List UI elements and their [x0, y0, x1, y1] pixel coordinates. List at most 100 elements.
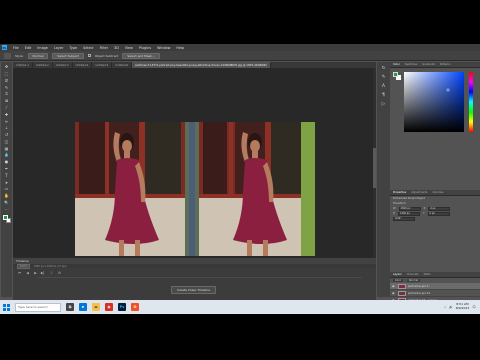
hue-slider[interactable]	[469, 72, 473, 132]
next-frame-icon[interactable]: ▶▏	[41, 270, 46, 275]
foreground-background-swatch[interactable]	[2, 215, 11, 224]
menu-filter[interactable]: Filter	[100, 46, 108, 50]
chrome-browser-icon[interactable]: ◉	[105, 303, 113, 311]
eyedropper-tool-icon[interactable]: ⁄	[4, 105, 10, 111]
audio-icon[interactable]: ♪	[49, 270, 54, 275]
menu-image[interactable]: Image	[37, 46, 48, 50]
angle-field[interactable]: 0.00°	[393, 216, 415, 221]
width-field[interactable]: 2560 px	[398, 206, 421, 211]
office-app-icon[interactable]: O	[131, 303, 139, 311]
create-video-timeline-button[interactable]: Create Video Timeline	[171, 286, 217, 294]
y-field[interactable]: 0 px	[427, 211, 450, 216]
frame-tool-icon[interactable]: ⊠	[4, 98, 10, 104]
object-subtract-checkbox[interactable]	[87, 54, 91, 57]
gradient-tool-icon[interactable]: ▦	[4, 145, 10, 151]
paragraph-panel-icon[interactable]: ¶	[381, 92, 387, 98]
tab-layers[interactable]: Layers	[393, 273, 402, 276]
menu-plugins[interactable]: Plugins	[139, 46, 151, 50]
tab-patterns[interactable]: Patterns	[440, 63, 451, 66]
tab-color[interactable]: Color	[393, 63, 400, 66]
visibility-eye-icon[interactable]: ◉	[392, 291, 396, 295]
healing-brush-tool-icon[interactable]: ✚	[4, 111, 10, 117]
x-field[interactable]: 0 px	[428, 206, 451, 211]
color-panel-swatches[interactable]	[393, 72, 401, 80]
prev-frame-icon[interactable]: ◀	[25, 270, 30, 275]
history-panel-icon[interactable]: ↻	[381, 65, 387, 71]
layers-kind-filter[interactable]: Kind	[393, 279, 403, 282]
foreground-color-swatch[interactable]	[2, 215, 8, 221]
color-field[interactable]	[404, 72, 464, 132]
pen-tool-icon[interactable]: ✒	[4, 166, 10, 172]
edge-browser-icon[interactable]: e	[79, 303, 87, 311]
brush-settings-icon[interactable]: ✎	[381, 74, 387, 80]
tab-paths[interactable]: Paths	[424, 273, 431, 276]
play-icon[interactable]: ▶	[33, 270, 38, 275]
more-tools-icon[interactable]: ⋯	[4, 206, 10, 212]
tab-properties[interactable]: Properties	[393, 191, 406, 194]
zoom-tool-icon[interactable]: 🔍	[4, 200, 10, 206]
layer-row[interactable]: ◉ portrait-w-pro-f-2	[390, 290, 480, 297]
windows-taskbar: Type here to search ⧉ e ▬ ◉ Ps O ⌁ 🔊 8:5…	[0, 300, 480, 314]
menu-select[interactable]: Select	[83, 46, 93, 50]
layer-thumbnail	[398, 283, 406, 289]
visibility-eye-icon[interactable]: ◉	[392, 284, 396, 288]
menu-edit[interactable]: Edit	[25, 46, 32, 50]
system-tray: ⌁ 🔊 8:51 AM 8/9/2023 🗨	[444, 303, 476, 310]
panel-foreground-swatch[interactable]	[393, 72, 398, 77]
file-explorer-icon[interactable]: ▬	[92, 303, 100, 311]
style-select[interactable]: Normal	[27, 52, 49, 59]
dodge-tool-icon[interactable]: ●	[4, 159, 10, 165]
layer-row[interactable]: ◉ portrait-w-pro-f...	[390, 283, 480, 290]
options-bar: Style: Normal Select Subject Object Subt…	[0, 51, 480, 61]
tab-adjustments[interactable]: Adjustments	[411, 191, 427, 194]
menu-file[interactable]: File	[13, 46, 19, 50]
rectangle-tool-icon[interactable]: ▭	[4, 186, 10, 192]
character-panel-icon[interactable]: A	[381, 83, 387, 89]
blend-mode-select[interactable]: Normal	[406, 279, 421, 282]
path-select-tool-icon[interactable]: ➤	[4, 179, 10, 185]
tab-swatches[interactable]: Swatches	[405, 63, 417, 66]
menu-layer[interactable]: Layer	[54, 46, 63, 50]
tab-channels[interactable]: Channels	[407, 273, 419, 276]
properties-title: Embedded Smart Object	[393, 197, 425, 200]
task-view-icon[interactable]: ⧉	[66, 303, 74, 311]
type-tool-icon[interactable]: T	[4, 173, 10, 179]
volume-icon[interactable]: 🔊	[449, 305, 453, 309]
network-icon[interactable]: ⌁	[444, 305, 446, 309]
quick-select-tool-icon[interactable]: ✎	[4, 84, 10, 90]
move-tool-icon[interactable]: ✥	[4, 64, 10, 70]
crop-tool-icon[interactable]: ⌗	[4, 91, 10, 97]
history-brush-tool-icon[interactable]: ↺	[4, 132, 10, 138]
taskbar-clock[interactable]: 8:51 AM 8/9/2023	[456, 303, 469, 310]
document-image[interactable]	[75, 122, 315, 256]
menu-bar: Ps File Edit Image Layer Type Select Fil…	[0, 44, 480, 51]
scrollbar-thumb[interactable]	[373, 148, 376, 188]
menu-view[interactable]: View	[125, 46, 133, 50]
lasso-tool-icon[interactable]: ᘏ	[4, 78, 10, 84]
actions-panel-icon[interactable]: ▷	[381, 101, 387, 107]
photoshop-logo-icon[interactable]: Ps	[2, 45, 7, 50]
windows-start-icon[interactable]	[3, 303, 10, 311]
select-and-mask-button[interactable]: Select and Mask...	[122, 52, 160, 59]
clone-stamp-tool-icon[interactable]: ⊥	[4, 125, 10, 131]
first-frame-icon[interactable]: ⏮	[17, 270, 22, 275]
eraser-tool-icon[interactable]: ◫	[4, 139, 10, 145]
notifications-icon[interactable]: 🗨	[472, 305, 476, 309]
tab-libraries[interactable]: Libraries	[432, 191, 443, 194]
tab-gradients[interactable]: Gradients	[422, 63, 435, 66]
menu-help[interactable]: Help	[176, 46, 184, 50]
menu-window[interactable]: Window	[157, 46, 170, 50]
hand-tool-icon[interactable]: ✋	[4, 193, 10, 199]
settings-icon[interactable]: ⚙	[57, 270, 62, 275]
blur-tool-icon[interactable]: 💧	[4, 152, 10, 158]
menu-type[interactable]: Type	[69, 46, 77, 50]
menu-3d[interactable]: 3D	[114, 46, 119, 50]
select-subject-button[interactable]: Select Subject	[52, 52, 84, 59]
marquee-tool-icon[interactable]: ⬚	[4, 71, 10, 77]
right-panels: Color Swatches Gradients Patterns Proper…	[390, 62, 480, 311]
height-field[interactable]: 1440 px	[397, 211, 420, 216]
taskbar-search-input[interactable]: Type here to search	[15, 302, 61, 312]
brush-tool-icon[interactable]: ✏	[4, 118, 10, 124]
photoshop-taskbar-icon[interactable]: Ps	[118, 303, 126, 311]
marquee-tool-preset-icon[interactable]	[4, 52, 11, 59]
